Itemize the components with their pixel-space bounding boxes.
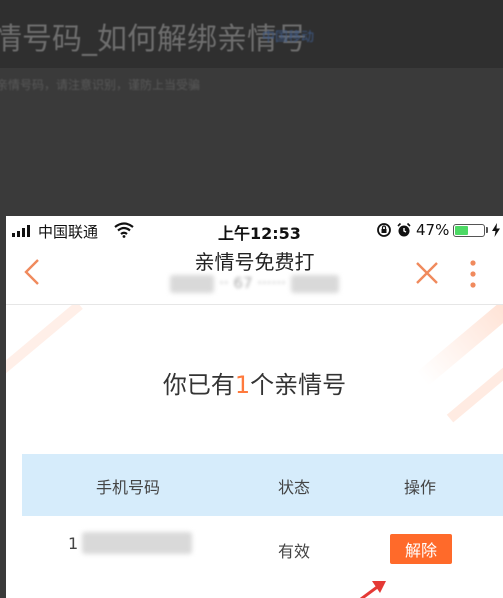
phone-number-cell: 1 [68,532,193,554]
background-title-tag: 中国移动 [262,30,315,45]
background-article-title: 情号码_如何解绑亲情号 [0,22,307,57]
column-header-status: 状态 [278,478,311,497]
heading-suffix: 个亲情号 [250,371,347,399]
carrier-label: 中国联通 [38,223,99,241]
charging-bolt-icon [492,223,501,237]
battery-percent: 47% [416,221,450,239]
status-right-group: 47% [376,221,501,239]
wifi-icon [114,222,134,238]
heading-prefix: 你已有 [162,371,235,399]
status-cell: 有效 [278,542,311,561]
column-header-action: 操作 [404,478,437,497]
table-row: 1 有效 解除 [22,516,503,576]
phone-number-prefix: 1 [68,533,79,553]
close-icon[interactable] [414,260,440,286]
more-vertical-icon[interactable] [468,258,478,290]
column-header-phone: 手机号码 [96,478,161,497]
navigation-bar: 亲情号免费打 ·· 67 ······ [6,244,503,305]
alarm-icon [397,222,411,237]
background-header: 情号码_如何解绑亲情号 中国移动 [0,0,503,68]
battery-fill [455,225,469,235]
family-number-count-heading: 你已有1个亲情号 [6,365,503,400]
rotation-lock-icon [377,223,391,237]
main-content: 你已有1个亲情号 手机号码 状态 操作 1 有效 解除 [6,305,503,598]
battery-icon [453,223,486,237]
clock: 上午12:53 [218,224,301,243]
status-bar: 中国联通 上午12:53 47% [6,216,503,244]
unbind-button[interactable]: 解除 [390,534,452,564]
redacted-number-right [290,274,339,293]
page-subtitle-text: ·· 67 ······ [219,274,286,292]
battery-tip [486,227,489,233]
signal-icon [12,225,30,237]
heading-count: 1 [234,371,251,399]
phone-screenshot: 中国联通 上午12:53 47% 亲情号免费打 ·· 67 ······ 你已有… [6,216,503,598]
redacted-number-left [170,274,215,293]
background-subtitle: 亲情号码，请注意识别，谨防上当受骗 [0,78,201,92]
table-header: 手机号码 状态 操作 [22,454,503,516]
redacted-phone-number [82,532,193,554]
pointer-arrow-annotation [359,581,386,598]
